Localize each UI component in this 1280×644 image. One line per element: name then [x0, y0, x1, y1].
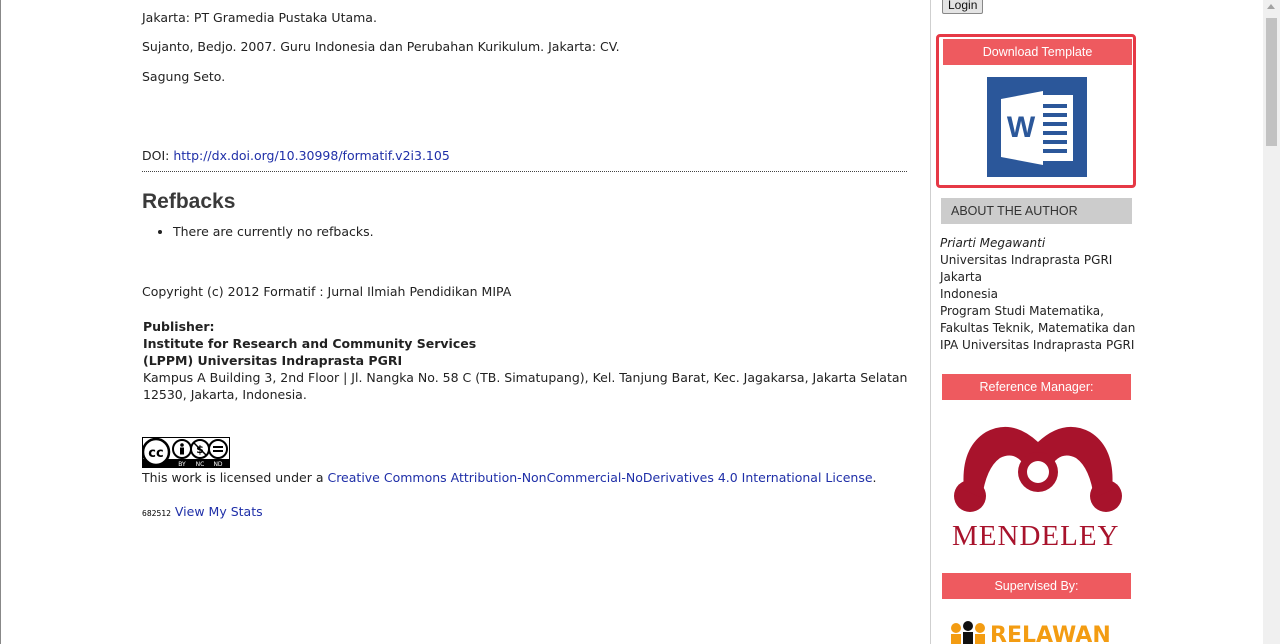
author-affiliation-line: Universitas Indraprasta PGRI	[940, 253, 1113, 267]
doi-link[interactable]: http://dx.doi.org/10.30998/formatif.v2i3…	[173, 148, 449, 163]
doi-label: DOI:	[142, 148, 174, 163]
vertical-scrollbar[interactable]	[1263, 0, 1280, 644]
license-link[interactable]: Creative Commons Attribution-NonCommerci…	[327, 470, 872, 485]
view-stats-link[interactable]: View My Stats	[175, 504, 263, 519]
publisher-label: Publisher:	[143, 319, 215, 334]
refbacks-list: There are currently no refbacks.	[142, 224, 374, 239]
author-name: Priarti Megawanti	[940, 236, 1046, 250]
stats-line: 682512 View My Stats	[142, 504, 263, 519]
login-button[interactable]: Login	[942, 0, 984, 14]
publisher-info: Publisher: Institute for Research and Co…	[143, 318, 908, 403]
svg-text:ND: ND	[213, 461, 222, 468]
publisher-name-line2: (LPPM) Universitas Indraprasta PGRI	[143, 353, 403, 368]
author-affiliation-line: Fakultas Teknik, Matematika dan	[940, 321, 1136, 335]
refbacks-heading: Refbacks	[142, 190, 236, 213]
publisher-name-line1: Institute for Research and Community Ser…	[143, 336, 477, 351]
relawan-logo-icon: RELAWAN	[951, 621, 1111, 644]
list-item: There are currently no refbacks.	[173, 224, 374, 239]
svg-text:NC: NC	[196, 461, 205, 468]
visitor-counter: 682512	[142, 509, 171, 518]
reference-line: Sujanto, Bedjo. 2007. Guru Indonesia dan…	[142, 39, 620, 54]
svg-text:cc: cc	[148, 446, 163, 461]
divider	[142, 171, 907, 172]
reference-manager-header: Reference Manager:	[942, 374, 1131, 400]
author-affiliation-line: IPA Universitas Indraprasta PGRI	[940, 338, 1135, 352]
author-affiliation-line: Program Studi Matematika,	[940, 304, 1104, 318]
svg-text:W: W	[1007, 111, 1036, 144]
copyright-notice: Copyright (c) 2012 Formatif : Jurnal Ilm…	[142, 284, 512, 299]
sidebar-divider	[930, 0, 931, 644]
page-left-border	[0, 0, 1, 644]
author-affiliation-line: Jakarta	[940, 270, 982, 284]
supervised-by-header: Supervised By:	[942, 573, 1131, 599]
mendeley-wordmark: MENDELEY	[952, 520, 1120, 552]
cc-license-badge-icon[interactable]: cc $ BY NC ND	[141, 437, 230, 471]
download-template-header[interactable]: Download Template	[943, 39, 1132, 65]
license-text: This work is licensed under a Creative C…	[142, 470, 877, 485]
scroll-up-arrow-icon[interactable]	[1267, 4, 1275, 9]
about-author-header: ABOUT THE AUTHOR	[941, 198, 1132, 224]
svg-text:RELAWAN: RELAWAN	[990, 623, 1111, 644]
reference-line: Sagung Seto.	[142, 69, 226, 84]
author-affiliation-line: Indonesia	[940, 287, 999, 301]
ms-word-icon[interactable]: W	[987, 77, 1087, 177]
mendeley-logo-icon[interactable]	[950, 412, 1126, 512]
svg-text:BY: BY	[178, 461, 186, 468]
license-suffix: .	[872, 470, 877, 485]
scrollbar-thumb[interactable]	[1266, 18, 1277, 146]
author-info: Priarti Megawanti Universitas Indraprast…	[940, 235, 1136, 354]
reference-line: Jakarta: PT Gramedia Pustaka Utama.	[142, 10, 377, 25]
publisher-address: Kampus A Building 3, 2nd Floor | Jl. Nan…	[143, 370, 908, 402]
download-template-block[interactable]: Download Template W	[936, 34, 1136, 188]
license-prefix: This work is licensed under a	[142, 470, 328, 485]
doi-line: DOI: http://dx.doi.org/10.30998/formatif…	[142, 148, 450, 163]
